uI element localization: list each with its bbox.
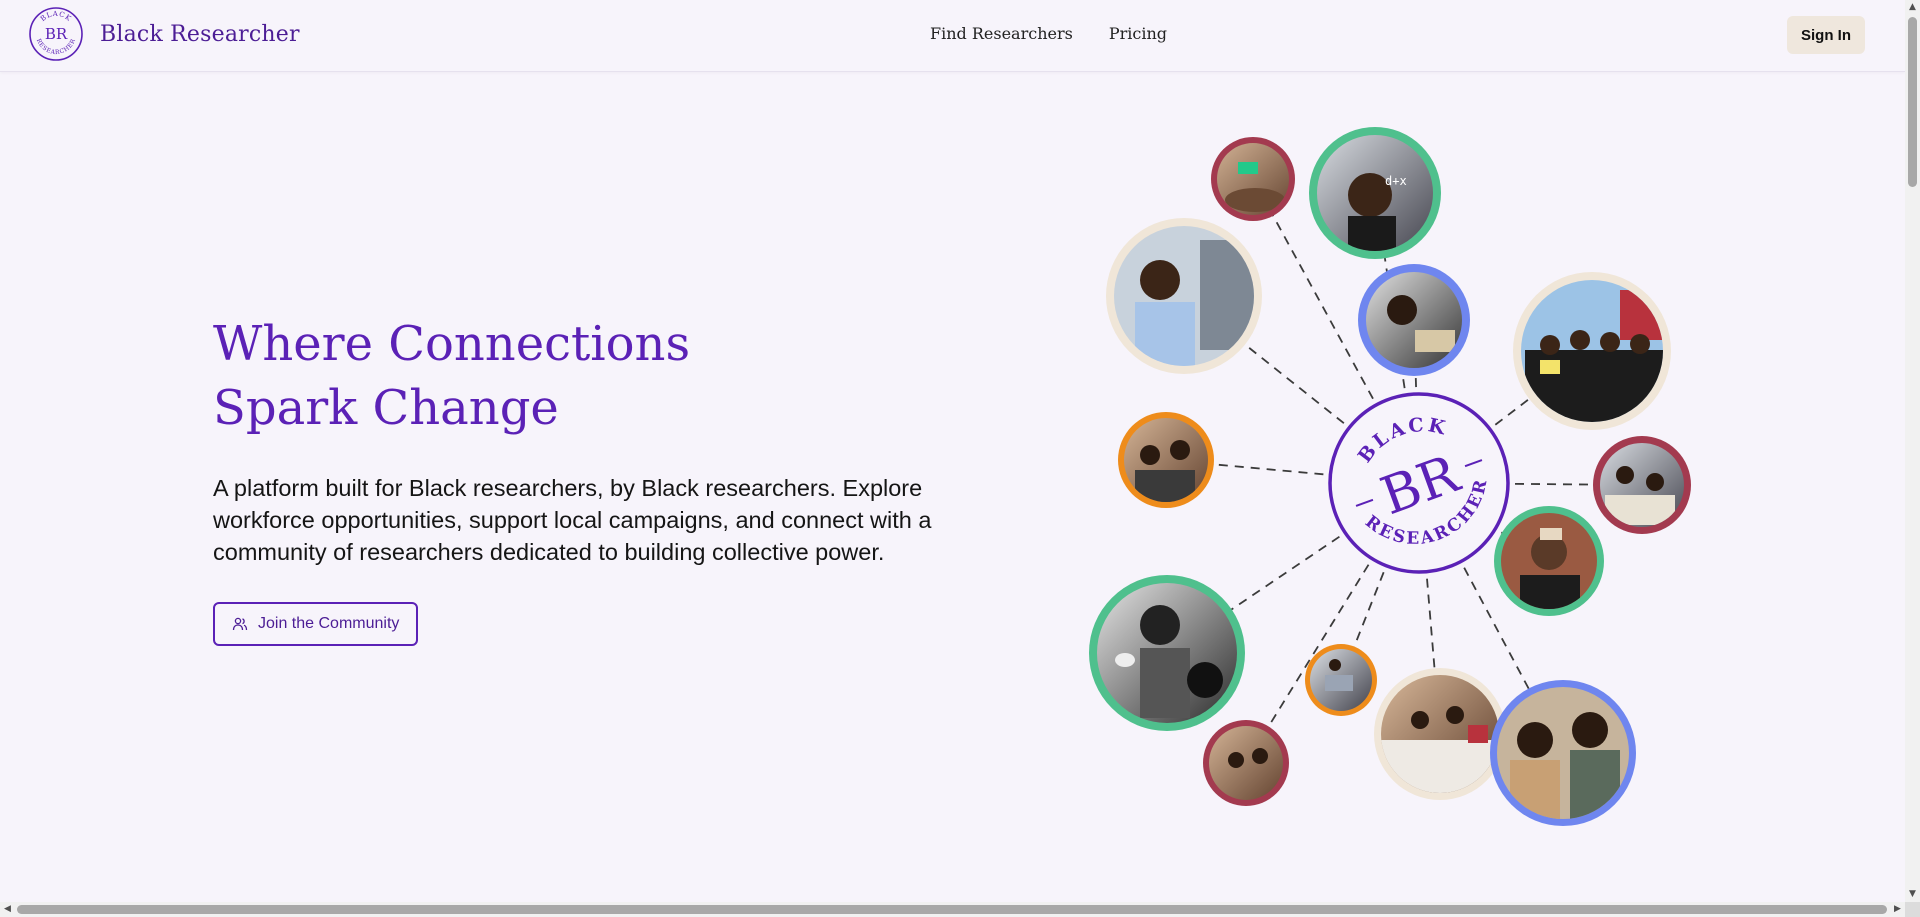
nav-pricing[interactable]: Pricing [1109,24,1167,43]
photo-woman-portrait [1494,506,1604,616]
join-community-button[interactable]: Join the Community [213,602,419,646]
center-seal-logo: BLACK BR RESEARCHER [1328,392,1510,574]
vertical-scrollbar[interactable]: ▲ ▼ [1905,0,1920,902]
brand-link[interactable]: BLACK BR RESEARCHER Black Researcher [28,6,300,62]
photo-meeting-room [1211,137,1295,221]
scrollbar-corner [1905,902,1920,917]
photo-classroom-group [1593,436,1691,534]
photo-two-students-reading [1490,680,1636,826]
photo-collective-group [1513,272,1671,430]
photo-laptop-meeting [1305,644,1377,716]
horizontal-scrollbar[interactable]: ◀ ▶ [0,902,1905,917]
horizontal-scroll-thumb[interactable] [17,905,1887,914]
vertical-scroll-thumb[interactable] [1908,17,1917,187]
nav-find-researchers[interactable]: Find Researchers [930,24,1073,43]
photo-man-at-whiteboard [1106,218,1262,374]
scroll-down-icon[interactable]: ▼ [1905,887,1920,902]
join-community-label: Join the Community [258,615,400,632]
brand-name: Black Researcher [100,21,300,47]
photo-small-gathering [1203,720,1289,806]
brand-logo-icon: BLACK BR RESEARCHER [29,7,83,61]
svg-text:d+x: d+x [1385,174,1407,188]
photo-women-at-event [1089,575,1245,731]
main-nav: Find Researchers Pricing [930,24,1167,43]
researcher-network-graphic: d+x BLACK BR RESEARCHER [1089,127,1691,826]
sign-in-button[interactable]: Sign In [1787,16,1865,54]
scroll-right-icon[interactable]: ▶ [1890,902,1905,917]
photo-woman-writing-formulas: d+x [1309,127,1441,259]
photo-man-writing-at-desk [1358,264,1470,376]
photo-workshop-room [1374,668,1506,800]
hero-description: A platform built for Black researchers, … [213,475,932,565]
brand-logo-initials: BR [45,25,68,43]
scroll-left-icon[interactable]: ◀ [0,902,15,917]
scroll-up-icon[interactable]: ▲ [1905,0,1920,15]
users-icon [232,617,248,631]
hero-title: Where Connections Spark Change [213,312,813,440]
hero-title-line-1: Where Connections [213,316,691,372]
photo-three-women-talking [1118,412,1214,508]
hero-title-line-2: Spark Change [213,380,559,436]
top-navigation-bar: BLACK BR RESEARCHER Black Researcher Fin… [0,0,1905,72]
